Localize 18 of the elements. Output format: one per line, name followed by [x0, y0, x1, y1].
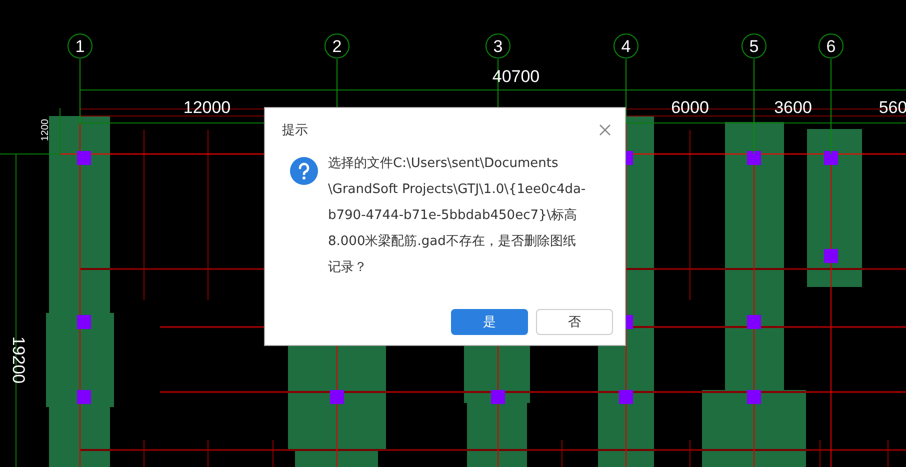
dialog-title: 提示 — [282, 122, 308, 139]
axis-bubble: 3 — [486, 34, 510, 58]
dimension-label: 12000 — [183, 98, 231, 117]
question-icon — [290, 157, 318, 185]
axis-bubble: 4 — [614, 34, 638, 58]
dimension-label: 1200 — [40, 118, 51, 142]
axis-bubble: 5 — [742, 34, 766, 58]
axis-bubble: 6 — [818, 34, 844, 58]
dimension-label: 19200 — [9, 336, 28, 384]
dimension-label: 3600 — [774, 98, 812, 117]
close-icon[interactable] — [599, 124, 611, 136]
dimension-label: 40700 — [492, 67, 540, 86]
no-button[interactable]: 否 — [536, 309, 613, 335]
dialog-message: 选择的文件C:\Users\sent\Documents \GrandSoft Projects\GTJ\1.0\{1ee0c4da- b790-4744-b71e-5bbdab450ec7}\标高 8.000米梁配筋.gad不存在，是否删除图纸 记录？ — [328, 155, 586, 277]
axis-bubble: 1 — [68, 34, 92, 58]
axis-bubble: 2 — [324, 34, 350, 58]
dimension-label: 6000 — [671, 98, 709, 117]
yes-button[interactable]: 是 — [451, 309, 528, 335]
